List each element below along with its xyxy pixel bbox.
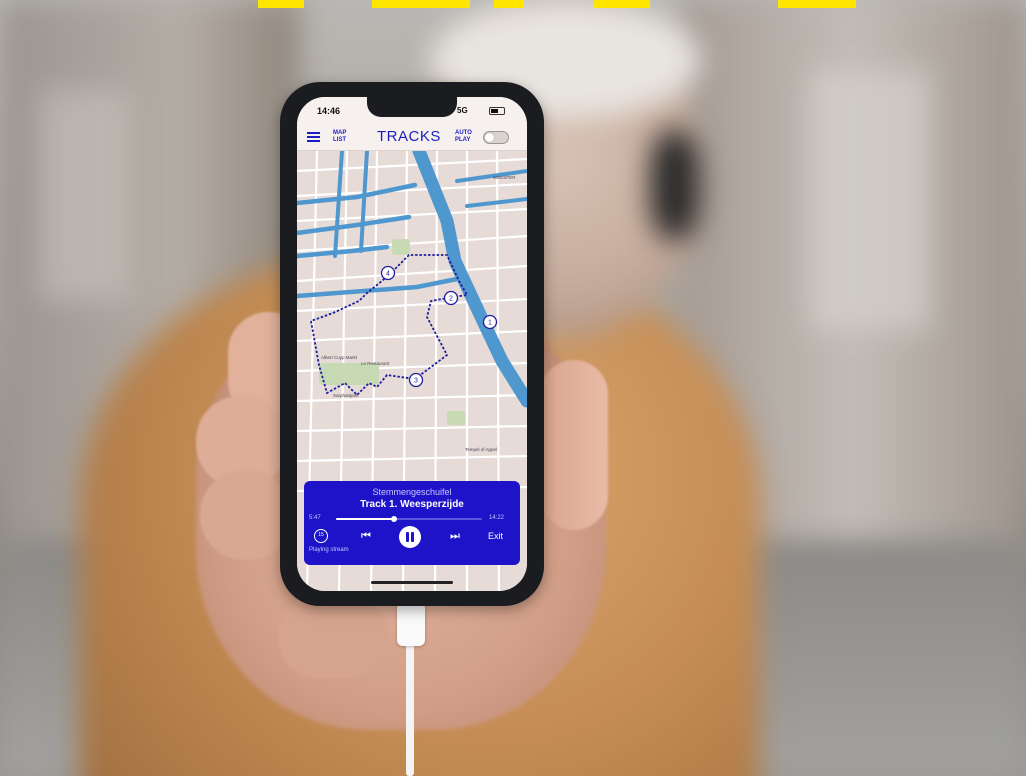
pause-button[interactable] <box>399 526 421 548</box>
auto-play-toggle[interactable] <box>483 131 509 144</box>
map-label: Sarphatipark <box>333 393 359 398</box>
headphone <box>650 130 700 240</box>
smartphone: 14:46 5G MAP LIST TRACKS AUTO PLAY 1 2 3… <box>280 82 544 606</box>
audio-player: Stemmengeschuifel Track 1. Weesperzijde … <box>304 481 520 565</box>
blurred-window <box>40 90 130 300</box>
banner-fragment <box>778 0 856 8</box>
banner-fragment <box>494 0 524 8</box>
exit-button[interactable]: Exit <box>488 531 503 541</box>
charging-cable <box>406 640 414 776</box>
map-label: WEESPER <box>493 175 516 180</box>
map-list-toggle[interactable]: MAP LIST <box>333 130 346 143</box>
status-time: 14:46 <box>317 106 341 116</box>
app-header: MAP LIST TRACKS AUTO PLAY <box>297 123 527 151</box>
progress-knob[interactable] <box>391 516 398 522</box>
phone-screen: 14:46 5G MAP LIST TRACKS AUTO PLAY 1 2 3… <box>297 97 527 591</box>
playback-status: Playing stream <box>309 547 349 553</box>
stop-1-label: 1 <box>488 320 492 327</box>
finger <box>200 470 292 560</box>
stop-4-label: 4 <box>386 271 390 278</box>
map-label: Tempel of Appel <box>465 447 497 452</box>
total-duration: 14:22 <box>489 515 505 521</box>
home-indicator[interactable] <box>371 581 453 584</box>
finger <box>278 596 388 678</box>
notch <box>367 97 457 117</box>
stop-marker-2[interactable]: 2 <box>443 290 459 306</box>
battery-icon <box>489 107 505 115</box>
stop-2-label: 2 <box>449 296 453 303</box>
progress-bar[interactable] <box>336 516 482 522</box>
blurred-window <box>810 70 930 330</box>
auto-play-label: AUTO PLAY <box>455 130 472 143</box>
stop-marker-1[interactable]: 1 <box>482 314 498 330</box>
next-track-icon[interactable]: ⏭ <box>450 530 460 543</box>
banner-fragment <box>594 0 650 8</box>
stop-marker-3[interactable]: 3 <box>408 372 424 388</box>
stop-3-label: 3 <box>414 378 418 385</box>
banner-fragment <box>258 0 304 8</box>
thumb <box>540 360 608 530</box>
map-label: Le Restaurant <box>361 361 390 366</box>
elapsed-time: 5:47 <box>309 515 321 521</box>
track-title: Track 1. Weesperzijde <box>360 499 464 510</box>
replay-15-label: 15 <box>318 532 324 538</box>
stop-marker-4[interactable]: 4 <box>380 265 396 281</box>
replay-15-icon[interactable]: 15 <box>314 529 328 543</box>
previous-track-icon[interactable]: ⏮ <box>361 530 371 543</box>
map-label: Albert Cuyp Markt <box>321 355 358 360</box>
progress-fill <box>336 518 395 520</box>
signal-indicator: 5G <box>457 106 468 115</box>
banner-fragment <box>372 0 470 8</box>
cable-connector <box>397 604 425 646</box>
track-artist: Stemmengeschuifel <box>372 487 452 497</box>
hamburger-menu-icon[interactable] <box>307 132 320 142</box>
page-title: TRACKS <box>377 128 441 145</box>
